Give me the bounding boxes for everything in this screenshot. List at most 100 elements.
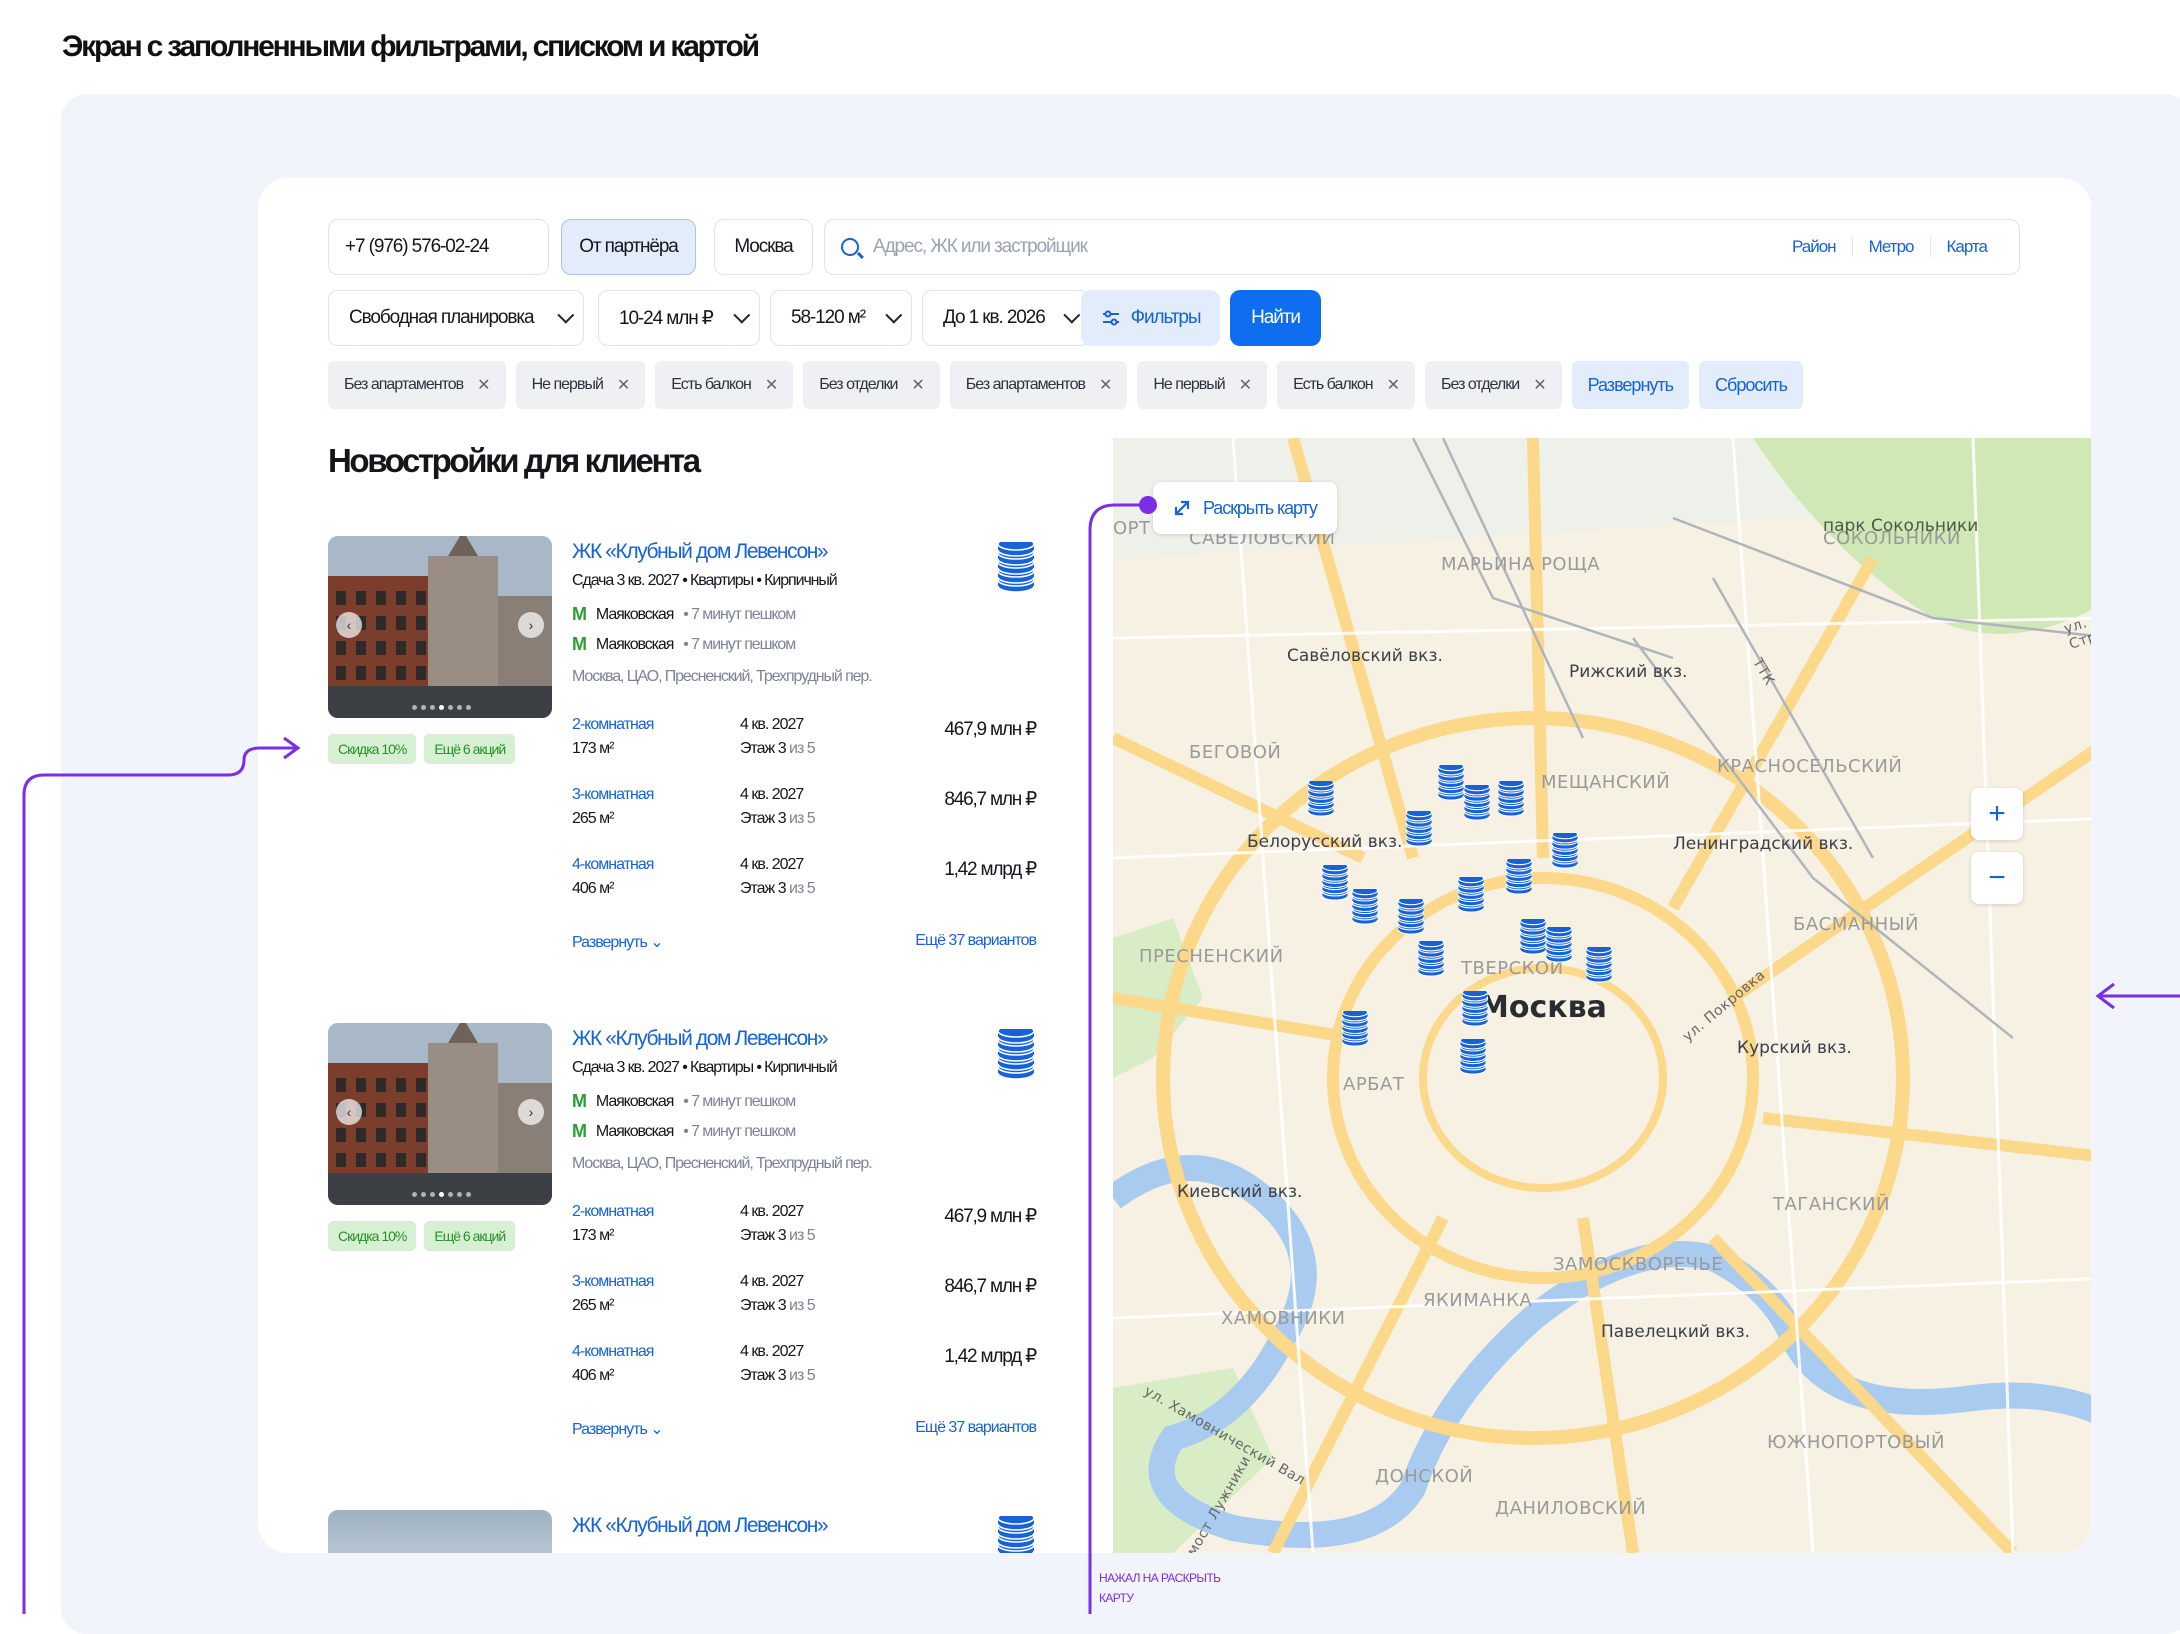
filter-chip[interactable]: Не первый ✕ xyxy=(515,361,646,409)
search-input[interactable]: Адрес, ЖК или застройщик Район Метро Кар… xyxy=(824,219,2020,275)
complex-title[interactable]: ЖК «Клубный дом Левенсон» xyxy=(572,1027,829,1051)
search-link-metro[interactable]: Метро xyxy=(1851,237,1930,257)
flat-area: 173 м² xyxy=(572,740,614,757)
zoom-in-button[interactable]: + xyxy=(1971,788,2023,840)
close-icon[interactable]: ✕ xyxy=(477,375,490,395)
coins-pin-icon[interactable] xyxy=(1497,781,1525,819)
close-icon[interactable]: ✕ xyxy=(1239,375,1252,395)
coins-pin-icon[interactable] xyxy=(1461,991,1489,1029)
deadline-dropdown[interactable]: До 1 кв. 2026 xyxy=(922,290,1090,346)
chip-label: Без апартаментов xyxy=(344,376,464,393)
flat-type-link[interactable]: 3-комнатная xyxy=(572,786,654,804)
coins-pin-icon[interactable] xyxy=(1351,889,1379,927)
filter-chip[interactable]: Не первый ✕ xyxy=(1137,361,1268,409)
coins-pin-icon[interactable] xyxy=(1341,1011,1369,1049)
flat-type-link[interactable]: 4-комнатная xyxy=(572,1343,654,1361)
flat-date: 4 кв. 2027 xyxy=(740,1343,804,1360)
promo-badge[interactable]: Ещё 6 акций xyxy=(424,734,516,764)
floor-value: Этаж 3 xyxy=(740,1227,787,1244)
map-city-label: Москва xyxy=(1479,990,1607,1025)
search-icon xyxy=(841,238,859,256)
flat-type-link[interactable]: 2-комнатная xyxy=(572,716,654,734)
map-district-label: ЮЖНОПОРТОВЫЙ xyxy=(1767,1432,1945,1453)
complex-photo[interactable]: ‹ › xyxy=(328,536,552,718)
filter-chip[interactable]: Без апартаментов ✕ xyxy=(949,361,1128,409)
coins-pin-icon[interactable] xyxy=(1457,877,1485,915)
find-button[interactable]: Найти xyxy=(1230,290,1321,346)
page-title: Экран с заполненными фильтрами, списком … xyxy=(62,30,760,63)
metro-icon: M xyxy=(572,604,587,624)
coins-pin-icon[interactable] xyxy=(1505,859,1533,897)
coins-pin-icon[interactable] xyxy=(1437,765,1465,803)
metro-info: M Маяковская • 7 минут пешком xyxy=(572,634,796,655)
close-icon[interactable]: ✕ xyxy=(1099,375,1112,395)
layout-dropdown[interactable]: Свободная планировка xyxy=(328,290,584,346)
coins-pin-icon[interactable] xyxy=(1405,811,1433,849)
coins-pin-icon[interactable] xyxy=(1551,833,1579,871)
coins-pin-icon[interactable] xyxy=(1585,947,1613,985)
filter-chip[interactable]: Есть балкон ✕ xyxy=(655,361,794,409)
zoom-out-button[interactable]: − xyxy=(1971,852,2023,904)
discount-badge: Скидка 10% xyxy=(328,1221,417,1251)
complex-title[interactable]: ЖК «Клубный дом Левенсон» xyxy=(572,540,829,564)
coins-pin-icon[interactable] xyxy=(1459,1039,1487,1077)
map-district-label: МЕЩАНСКИЙ xyxy=(1541,772,1671,793)
close-icon[interactable]: ✕ xyxy=(617,375,630,395)
area-dropdown[interactable]: 58-120 м² xyxy=(770,290,912,346)
flat-floor: Этаж 3 из 5 xyxy=(740,740,816,758)
close-icon[interactable]: ✕ xyxy=(765,375,778,395)
promo-badge[interactable]: Ещё 6 акций xyxy=(424,1221,516,1251)
filter-chip[interactable]: Без апартаментов ✕ xyxy=(328,361,506,409)
complex-title[interactable]: ЖК «Клубный дом Левенсон» xyxy=(572,1514,829,1538)
flat-date: 4 кв. 2027 xyxy=(740,856,804,873)
chip-label: Есть балкон xyxy=(1293,376,1374,393)
expand-flats-button[interactable]: Развернуть ⌄ xyxy=(572,932,664,952)
more-variants-link[interactable]: Ещё 37 вариантов xyxy=(915,932,1037,950)
map-district-label: ТАГАНСКИЙ xyxy=(1773,1194,1890,1215)
more-variants-link[interactable]: Ещё 37 вариантов xyxy=(915,1419,1037,1437)
open-map-button[interactable]: Раскрыть карту xyxy=(1153,482,1337,534)
reset-filters-button[interactable]: Сбросить xyxy=(1699,361,1804,409)
coins-pin-icon[interactable] xyxy=(1321,865,1349,903)
filters-button[interactable]: Фильтры xyxy=(1081,290,1220,346)
expand-flats-button[interactable]: Развернуть ⌄ xyxy=(572,1419,664,1439)
coins-pin-icon[interactable] xyxy=(1397,899,1425,937)
close-icon[interactable]: ✕ xyxy=(1533,375,1546,395)
coins-pin-icon[interactable] xyxy=(1417,941,1445,979)
prev-photo-button[interactable]: ‹ xyxy=(336,612,362,638)
chevron-down-icon xyxy=(885,306,903,324)
expand-icon xyxy=(1174,500,1190,516)
map-district-label: ХАМОВНИКИ xyxy=(1221,1308,1346,1329)
city-select[interactable]: Москва xyxy=(714,219,813,275)
chip-label: Не первый xyxy=(531,376,604,393)
coins-pin-icon[interactable] xyxy=(1463,785,1491,823)
search-link-district[interactable]: Район xyxy=(1776,237,1852,257)
price-dropdown[interactable]: 10-24 млн ₽ xyxy=(598,290,760,346)
phone-field[interactable]: +7 (976) 576-02-24 xyxy=(328,219,549,275)
coins-pin-icon[interactable] xyxy=(1519,919,1547,957)
map-district-label: БЕГОВОЙ xyxy=(1189,742,1282,763)
close-icon[interactable]: ✕ xyxy=(911,375,924,395)
complex-photo[interactable]: ‹ › xyxy=(328,1023,552,1205)
complex-photo[interactable] xyxy=(328,1510,552,1553)
next-photo-button[interactable]: › xyxy=(518,612,544,638)
filter-chip[interactable]: Есть балкон ✕ xyxy=(1277,361,1416,409)
filter-chip[interactable]: Без отделки ✕ xyxy=(1425,361,1562,409)
map-station-label: Савёловский вкз. xyxy=(1287,646,1443,666)
expand-chips-button[interactable]: Развернуть xyxy=(1571,361,1690,409)
flat-type-link[interactable]: 4-комнатная xyxy=(572,856,654,874)
close-icon[interactable]: ✕ xyxy=(1387,375,1400,395)
coins-pin-icon[interactable] xyxy=(1545,927,1573,965)
prev-photo-button[interactable]: ‹ xyxy=(336,1099,362,1125)
flat-type-link[interactable]: 2-комнатная xyxy=(572,1203,654,1221)
flat-date: 4 кв. 2027 xyxy=(740,786,804,803)
flat-floor: Этаж 3 из 5 xyxy=(740,810,816,828)
search-link-map[interactable]: Карта xyxy=(1929,237,2004,257)
next-photo-button[interactable]: › xyxy=(518,1099,544,1125)
map[interactable]: ОРТ САВЁЛОВСКИЙ МАРЬИНА РОЩА СОКОЛЬНИКИ … xyxy=(1113,438,2091,1553)
from-partner-button[interactable]: От партнёра xyxy=(561,219,696,275)
filter-chip[interactable]: Без отделки ✕ xyxy=(803,361,940,409)
coins-pin-icon[interactable] xyxy=(1307,781,1335,819)
metro-station: Маяковская xyxy=(595,1122,674,1140)
flat-type-link[interactable]: 3-комнатная xyxy=(572,1273,654,1291)
